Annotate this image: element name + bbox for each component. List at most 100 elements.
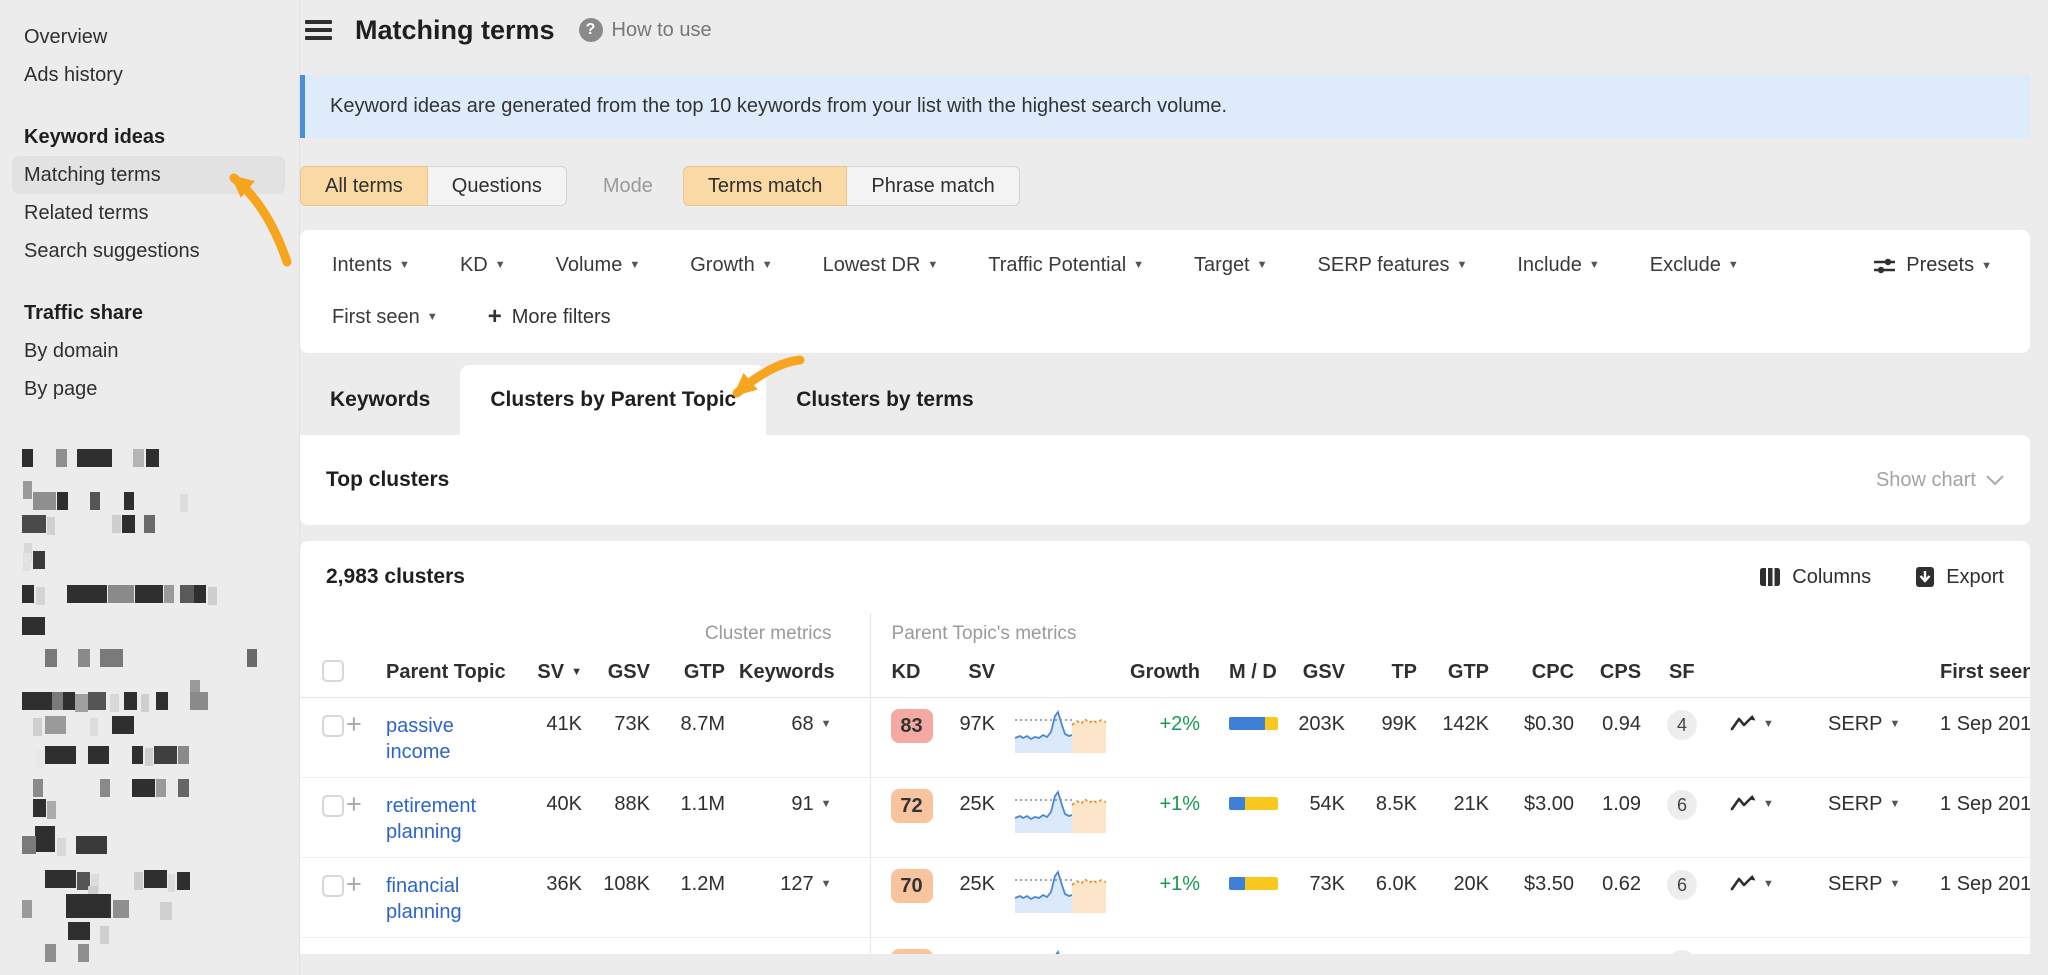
col-tp[interactable]: TP: [1359, 649, 1431, 697]
keywords-dropdown[interactable]: 25▼: [739, 937, 870, 954]
phrase-match-button[interactable]: Phrase match: [847, 166, 1019, 206]
trend-sparkline: [1015, 947, 1107, 955]
col-kd[interactable]: KD: [870, 649, 944, 697]
parent-topic-link[interactable]: passive income: [386, 713, 496, 765]
filter-lowest-dr[interactable]: Lowest DR▼: [823, 254, 939, 277]
top-clusters-title: Top clusters: [326, 468, 449, 492]
kd-badge: 70: [891, 869, 933, 903]
sv-value: 36K: [536, 857, 596, 937]
trend-dropdown[interactable]: ▼: [1710, 937, 1810, 954]
tp-value: 99K: [1359, 697, 1431, 777]
tab-clusters-by-parent-topic[interactable]: Clusters by Parent Topic: [460, 365, 766, 435]
chevron-down-icon: ▼: [1456, 259, 1467, 271]
gtp-value: 1.1M: [664, 777, 739, 857]
cpc-value: $0.30: [1503, 697, 1588, 777]
expand-plus-icon[interactable]: +: [346, 949, 362, 955]
parent-gsv-value: 73K: [1289, 857, 1359, 937]
serp-dropdown[interactable]: SERP▼: [1810, 857, 1920, 937]
col-md[interactable]: M / D: [1209, 649, 1289, 697]
filter-target[interactable]: Target▼: [1194, 254, 1267, 277]
serp-dropdown[interactable]: SERP▼: [1810, 777, 1920, 857]
select-all-checkbox[interactable]: [322, 660, 344, 682]
questions-button[interactable]: Questions: [428, 166, 567, 206]
md-bar-yellow: [1245, 797, 1278, 810]
sv-value: 40K: [536, 777, 596, 857]
col-gsv2[interactable]: GSV: [1289, 649, 1359, 697]
col-keywords[interactable]: Keywords: [739, 649, 870, 697]
col-gsv[interactable]: GSV: [596, 649, 664, 697]
serp-features-count-badge: 5: [1667, 950, 1697, 955]
gsv-value: 88K: [596, 777, 664, 857]
trend-dropdown[interactable]: ▼: [1710, 777, 1810, 857]
trend-dropdown[interactable]: ▼: [1710, 697, 1810, 777]
export-button[interactable]: Export: [1915, 566, 2004, 589]
chevron-down-icon: ▼: [1890, 878, 1901, 890]
serp-features-count-badge: 6: [1667, 790, 1697, 820]
col-growth[interactable]: Growth: [1129, 649, 1209, 697]
mobile-desktop-bar: [1229, 797, 1278, 810]
col-gtp2[interactable]: GTP: [1431, 649, 1503, 697]
col-first-seen[interactable]: First seen: [1920, 649, 2030, 697]
md-bar-yellow: [1245, 877, 1278, 890]
first-seen-value: 1 Sep 2015: [1920, 697, 2030, 777]
how-to-use-link[interactable]: ? How to use: [579, 18, 712, 42]
app-header: Matching terms ? How to use: [300, 0, 2030, 60]
col-gtp[interactable]: GTP: [664, 649, 739, 697]
filter-kd[interactable]: KD▼: [460, 254, 506, 277]
keywords-dropdown[interactable]: 68▼: [739, 697, 870, 777]
expand-plus-icon[interactable]: +: [346, 869, 362, 899]
serp-dropdown[interactable]: SERP▼: [1810, 697, 1920, 777]
filter-include[interactable]: Include▼: [1517, 254, 1599, 277]
columns-button[interactable]: Columns: [1759, 566, 1871, 589]
filter-intents[interactable]: Intents▼: [332, 254, 410, 277]
parent-sv-value: 456K: [944, 937, 1009, 954]
keywords-dropdown[interactable]: 127▼: [739, 857, 870, 937]
filter-growth[interactable]: Growth▼: [690, 254, 772, 277]
chevron-down-icon: ▼: [629, 259, 640, 271]
trend-icon: [1730, 954, 1756, 955]
tab-clusters-by-terms[interactable]: Clusters by terms: [766, 365, 1003, 435]
table-row: + retirement planning 40K 88K 1.1M 91▼ 7…: [300, 777, 2030, 857]
chevron-down-icon: ▼: [927, 259, 938, 271]
md-bar-blue: [1229, 717, 1265, 730]
tab-keywords[interactable]: Keywords: [300, 365, 460, 435]
row-checkbox[interactable]: [322, 875, 344, 897]
parent-topic-link[interactable]: high yield: [386, 953, 496, 955]
expand-plus-icon[interactable]: +: [346, 709, 362, 739]
filter-exclude[interactable]: Exclude▼: [1650, 254, 1739, 277]
col-sv2[interactable]: SV: [944, 649, 1009, 697]
presets-button[interactable]: Presets▼: [1873, 254, 1992, 277]
terms-segment-group: All terms Questions: [300, 166, 567, 206]
filter-volume[interactable]: Volume▼: [556, 254, 641, 277]
chevron-down-icon: ▼: [399, 259, 410, 271]
parent-topic-link[interactable]: retirement planning: [386, 793, 496, 845]
expand-plus-icon[interactable]: +: [346, 789, 362, 819]
more-filters-button[interactable]: +More filters: [488, 303, 611, 331]
cpc-value: $3.50: [1503, 857, 1588, 937]
chevron-down-icon: ▼: [427, 311, 438, 323]
filter-traffic-potential[interactable]: Traffic Potential▼: [988, 254, 1144, 277]
col-parent-topic[interactable]: Parent Topic: [386, 649, 536, 697]
parent-topic-link[interactable]: financial planning: [386, 873, 496, 925]
tp-value: 6.0K: [1359, 857, 1431, 937]
filter-first-seen[interactable]: First seen▼: [332, 306, 438, 329]
col-sf[interactable]: SF: [1655, 649, 1710, 697]
hamburger-menu-icon[interactable]: [305, 16, 332, 45]
serp-dropdown[interactable]: SERP▼: [1810, 937, 1920, 954]
filter-serp-features[interactable]: SERP features▼: [1318, 254, 1468, 277]
col-cpc[interactable]: CPC: [1503, 649, 1588, 697]
keywords-dropdown[interactable]: 91▼: [739, 777, 870, 857]
col-sv-sort[interactable]: SV▼: [536, 649, 596, 697]
gsv-value: 25K: [596, 937, 664, 954]
terms-match-button[interactable]: Terms match: [683, 166, 847, 206]
growth-value: +2%: [1129, 697, 1209, 777]
row-checkbox[interactable]: [322, 715, 344, 737]
show-chart-toggle[interactable]: Show chart: [1876, 469, 2004, 492]
all-terms-button[interactable]: All terms: [300, 166, 428, 206]
chevron-down-icon: ▼: [821, 798, 832, 810]
trend-dropdown[interactable]: ▼: [1710, 857, 1810, 937]
trend-icon: [1730, 794, 1756, 812]
col-cps[interactable]: CPS: [1588, 649, 1655, 697]
row-checkbox[interactable]: [322, 795, 344, 817]
parent-sv-value: 25K: [944, 857, 1009, 937]
